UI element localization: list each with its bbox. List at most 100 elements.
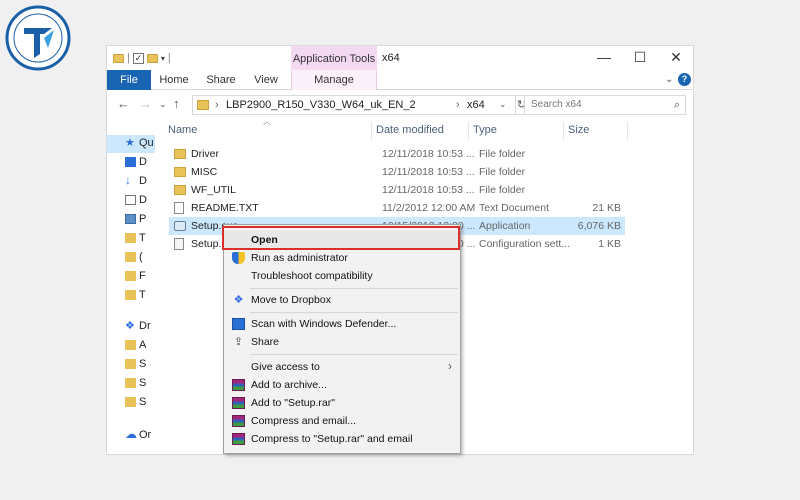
- nav-label: S: [139, 396, 147, 408]
- menu-item-share[interactable]: ⇪ Share: [224, 333, 460, 351]
- documents-icon: [125, 195, 136, 205]
- menu-item-add-to-setup-rar[interactable]: Add to "Setup.rar": [224, 394, 460, 412]
- menu-item-label: Troubleshoot compatibility: [251, 270, 373, 282]
- recent-locations-icon[interactable]: ⌄: [159, 99, 167, 110]
- address-bar[interactable]: › LBP2900_R150_V330_W64_uk_EN_2 › x64 ⌄: [192, 95, 516, 115]
- search-input[interactable]: Search x64 ⌕: [524, 95, 686, 115]
- close-button[interactable]: ✕: [658, 46, 693, 70]
- menu-item-label: Move to Dropbox: [251, 294, 331, 306]
- ribbon-tabs: File Home Share View Manage ⌄ ?: [107, 70, 693, 90]
- folder-icon: [125, 397, 136, 407]
- tab-share[interactable]: Share: [203, 70, 239, 90]
- nav-label: Or: [139, 429, 152, 441]
- new-folder-icon[interactable]: [146, 53, 158, 63]
- nav-item-dropbox[interactable]: ❖ Dr: [125, 320, 155, 334]
- file-size: 6,076 KB: [577, 220, 621, 232]
- file-row[interactable]: MISC 12/11/2018 10:53 ... File folder: [169, 163, 625, 181]
- nav-label: F: [139, 270, 146, 282]
- tab-file[interactable]: File: [107, 70, 151, 90]
- folder-icon: [125, 359, 136, 369]
- column-divider[interactable]: [371, 122, 372, 140]
- column-header-type[interactable]: Type: [473, 118, 497, 142]
- winrar-icon: [232, 379, 245, 391]
- column-divider[interactable]: [468, 122, 469, 140]
- nav-label: D: [139, 175, 147, 187]
- breadcrumb-separator: ›: [456, 99, 460, 111]
- menu-item-compress-and-email[interactable]: Compress and email...: [224, 412, 460, 430]
- quick-access-toolbar: | ✓ ▾ |: [113, 50, 171, 66]
- column-header-size[interactable]: Size: [568, 118, 589, 142]
- dropbox-icon: ❖: [233, 294, 244, 306]
- folder-icon[interactable]: [113, 53, 124, 63]
- file-date: 11/2/2012 12:00 AM: [382, 202, 476, 214]
- nav-item-folder[interactable]: T: [125, 289, 155, 303]
- maximize-button[interactable]: ☐: [622, 46, 658, 70]
- application-tools-tab[interactable]: Application Tools: [291, 46, 377, 70]
- breadcrumb-item[interactable]: x64: [467, 99, 485, 111]
- nav-item-quick-access[interactable]: ★ Qu: [125, 137, 155, 151]
- nav-label: P: [139, 213, 147, 225]
- menu-item-move-to-dropbox[interactable]: ❖ Move to Dropbox: [224, 291, 460, 309]
- menu-item-label: Run as administrator: [251, 252, 348, 264]
- back-arrow-icon[interactable]: ←: [117, 96, 130, 111]
- nav-item-folder[interactable]: F: [125, 270, 155, 284]
- nav-item-pictures[interactable]: P: [125, 213, 155, 227]
- file-row[interactable]: Driver 12/11/2018 10:53 ... File folder: [169, 145, 625, 163]
- column-header-name[interactable]: Name: [168, 118, 197, 142]
- nav-label: T: [139, 289, 146, 301]
- nav-item-folder[interactable]: A: [125, 339, 155, 353]
- nav-item-downloads[interactable]: ↓ D: [125, 173, 155, 189]
- column-divider[interactable]: [627, 122, 628, 140]
- file-name: WF_UTIL: [191, 184, 236, 196]
- up-arrow-icon[interactable]: ↑: [173, 96, 180, 111]
- nav-item-documents[interactable]: D: [125, 194, 155, 208]
- column-header-date[interactable]: Date modified: [376, 118, 444, 142]
- folder-icon: [125, 340, 136, 350]
- nav-item-onedrive[interactable]: ☁ Or: [125, 427, 155, 443]
- menu-item-label: Share: [251, 336, 280, 348]
- menu-item-troubleshoot-compatibility[interactable]: Troubleshoot compatibility: [224, 267, 460, 285]
- expand-ribbon-icon[interactable]: ⌄: [665, 74, 673, 85]
- menu-item-give-access-to[interactable]: Give access to ›: [224, 358, 460, 376]
- menu-item-scan-with-defender[interactable]: Scan with Windows Defender...: [224, 315, 460, 333]
- nav-label: (: [139, 251, 143, 263]
- breadcrumb-item[interactable]: LBP2900_R150_V330_W64_uk_EN_2: [226, 99, 416, 111]
- menu-item-label: Scan with Windows Defender...: [251, 318, 397, 330]
- tab-manage[interactable]: Manage: [291, 70, 377, 90]
- nav-item-folder[interactable]: S: [125, 358, 155, 372]
- address-dropdown-icon[interactable]: ⌄: [499, 99, 507, 110]
- submenu-arrow-icon: ›: [448, 359, 452, 373]
- nav-item-desktop[interactable]: D: [125, 156, 155, 170]
- menu-item-add-to-archive[interactable]: Add to archive...: [224, 376, 460, 394]
- nav-label: S: [139, 358, 147, 370]
- uac-shield-icon: [232, 252, 245, 264]
- nav-item-folder[interactable]: T: [125, 232, 155, 246]
- tab-view[interactable]: View: [251, 70, 281, 90]
- desktop-icon: [125, 157, 136, 167]
- column-divider[interactable]: [563, 122, 564, 140]
- open-highlight-box: [222, 226, 460, 250]
- file-row[interactable]: WF_UTIL 12/11/2018 10:53 ... File folder: [169, 181, 625, 199]
- customize-toolbar-icon[interactable]: ▾: [161, 54, 165, 63]
- winrar-icon: [232, 433, 245, 445]
- forward-arrow-icon[interactable]: →: [139, 96, 152, 111]
- winrar-icon: [232, 397, 245, 409]
- breadcrumb-separator: ›: [215, 99, 219, 111]
- menu-separator: [250, 354, 458, 355]
- nav-label: A: [139, 339, 147, 351]
- properties-icon[interactable]: ✓: [132, 52, 144, 64]
- tab-home[interactable]: Home: [157, 70, 191, 90]
- nav-item-folder[interactable]: S: [125, 396, 155, 410]
- nav-item-folder[interactable]: S: [125, 377, 155, 391]
- setup-exe-icon: [174, 221, 186, 231]
- menu-item-run-as-administrator[interactable]: Run as administrator: [224, 249, 460, 267]
- nav-label: Dr: [139, 320, 151, 332]
- help-icon[interactable]: ?: [678, 73, 691, 86]
- menu-item-compress-to-setup-rar-and-email[interactable]: Compress to "Setup.rar" and email: [224, 430, 460, 448]
- sort-ascending-icon: ︿: [263, 117, 271, 126]
- nav-label: D: [139, 194, 147, 206]
- brand-logo: [5, 5, 71, 71]
- file-row[interactable]: README.TXT 11/2/2012 12:00 AM Text Docum…: [169, 199, 625, 217]
- nav-item-folder[interactable]: (: [125, 251, 155, 265]
- minimize-button[interactable]: —: [586, 46, 622, 70]
